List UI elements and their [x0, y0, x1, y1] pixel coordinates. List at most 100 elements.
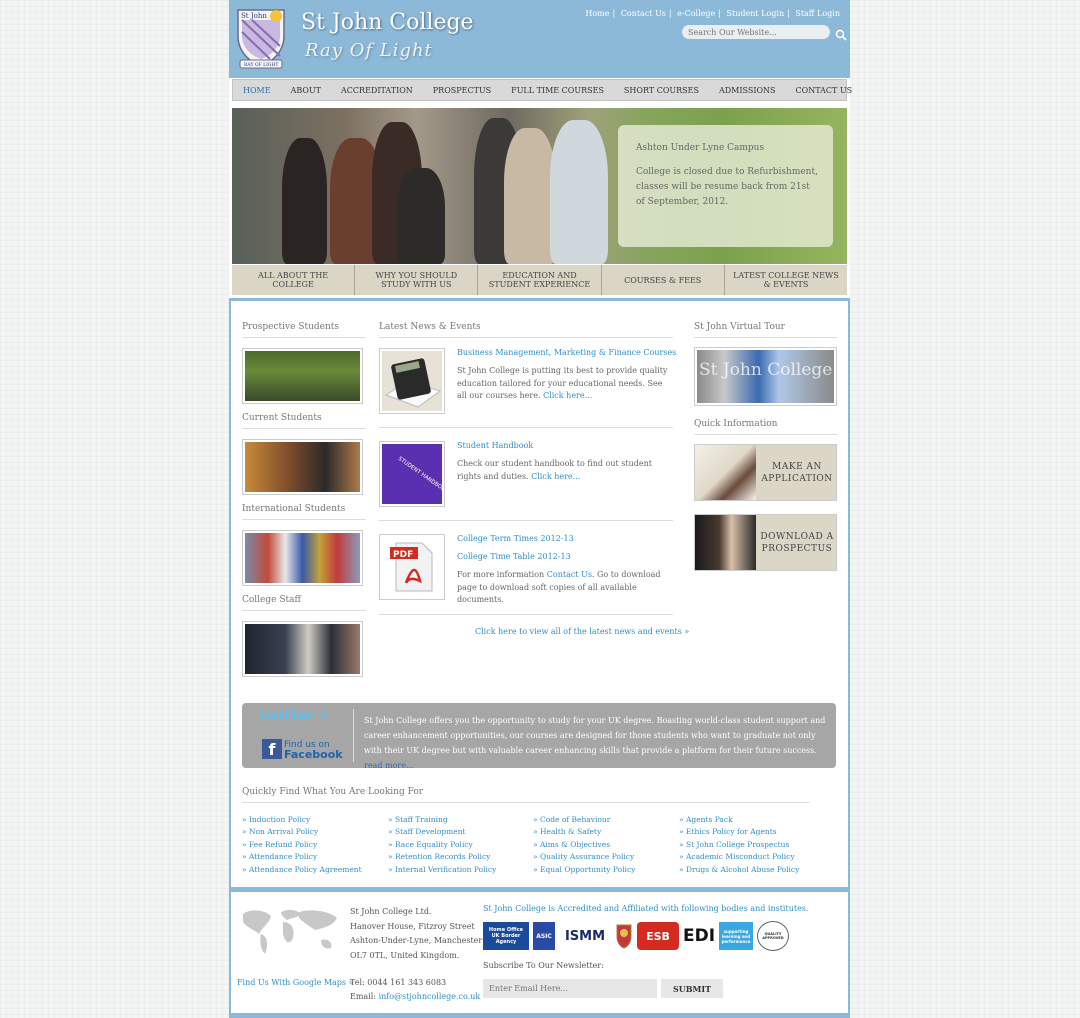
- contact-us-link[interactable]: Contact Us: [547, 570, 592, 579]
- pdf-icon[interactable]: PDF: [379, 534, 445, 600]
- view-all-news-link[interactable]: Click here to view all of the latest new…: [475, 627, 689, 636]
- policy-link[interactable]: » Retention Records Policy: [388, 851, 533, 863]
- twitter-bird-icon: ✈: [318, 709, 331, 724]
- marketing-finance-courses-link[interactable]: Marketing & Finance Courses: [554, 348, 676, 357]
- nav-home[interactable]: HOME: [243, 86, 271, 95]
- facebook-link[interactable]: Find us on Facebook: [284, 740, 343, 760]
- campus-notice-heading: Ashton Under Lyne Campus: [636, 143, 765, 153]
- make-application-label: MAKE AN APPLICATION: [761, 461, 833, 484]
- policy-link[interactable]: » Staff Training: [388, 814, 533, 826]
- policy-link[interactable]: » Ethics Policy for Agents: [679, 826, 824, 838]
- tab-all-about-college[interactable]: ALL ABOUT THE COLLEGE: [232, 265, 356, 295]
- policy-link[interactable]: » Health & Safety: [533, 826, 678, 838]
- heading-international-students: International Students: [242, 504, 366, 520]
- college-crest-logo[interactable]: St John RAY OF LIGHT: [232, 6, 290, 70]
- policy-link[interactable]: » Quality Assurance Policy: [533, 851, 678, 863]
- tab-latest-news-events[interactable]: LATEST COLLEGE NEWS & EVENTS: [724, 265, 848, 295]
- newsletter-submit-button[interactable]: SUBMIT: [661, 979, 723, 998]
- accreditation-text: St John College is Accredited and Affili…: [483, 904, 809, 913]
- policy-link[interactable]: » Attendance Policy Agreement: [242, 864, 387, 876]
- tab-education-student-experience[interactable]: EDUCATION AND STUDENT EXPERIENCE: [478, 265, 602, 295]
- quick-find-column-2: » Staff Training » Staff Development » R…: [388, 814, 533, 876]
- make-application-button[interactable]: MAKE AN APPLICATION: [694, 444, 837, 501]
- college-contact: Tel: 0044 161 343 6083 Email: info@stjoh…: [350, 978, 481, 1001]
- search-icon[interactable]: [835, 26, 847, 41]
- crest-motto: RAY OF LIGHT: [244, 62, 278, 68]
- uk-border-agency-logo[interactable]: Home Office UK Border Agency: [483, 922, 529, 950]
- policy-link[interactable]: » Drugs & Alcohol Abuse Policy: [679, 864, 824, 876]
- quick-find-column-1: » Induction Policy » Non Arrival Policy …: [242, 814, 387, 876]
- quick-info-heading: Quick Information: [694, 419, 837, 435]
- college-staff-image[interactable]: [242, 621, 363, 677]
- nav-about[interactable]: ABOUT: [291, 86, 321, 95]
- crest-logo[interactable]: [615, 922, 633, 950]
- policy-link[interactable]: » Equal Opportunity Policy: [533, 864, 678, 876]
- toplink-contact-us[interactable]: Contact Us: [621, 9, 666, 18]
- hero-banner: Ashton Under Lyne Campus College is clos…: [232, 108, 847, 264]
- world-map-icon[interactable]: [237, 904, 343, 957]
- nav-contact-us[interactable]: CONTACT US: [796, 86, 853, 95]
- nav-short-courses[interactable]: SHORT COURSES: [624, 86, 699, 95]
- policy-link[interactable]: » Attendance Policy: [242, 851, 387, 863]
- quick-find-heading: Quickly Find What You Are Looking For: [242, 787, 810, 803]
- facebook-icon[interactable]: f: [262, 739, 282, 759]
- edi-logo[interactable]: EDI: [683, 922, 715, 950]
- news-item-2-click-here[interactable]: Click here...: [531, 472, 580, 481]
- current-students-image[interactable]: [242, 439, 363, 495]
- news-item-1-body: St John College is putting its best to p…: [457, 366, 668, 400]
- newsletter-email-input[interactable]: [483, 979, 657, 998]
- toplink-home[interactable]: Home: [585, 9, 609, 18]
- frame-border-left: [229, 301, 231, 1013]
- toplink-staff-login[interactable]: Staff Login: [795, 9, 840, 18]
- writing-hand-image: [695, 445, 756, 500]
- divider: [229, 887, 850, 892]
- nav-prospectus[interactable]: PROSPECTUS: [433, 86, 491, 95]
- student-handbook-link[interactable]: Student Handbook: [457, 441, 533, 450]
- ismm-logo[interactable]: ISMM: [559, 922, 611, 950]
- supporting-learning-logo[interactable]: supporting learning and performance: [719, 922, 753, 950]
- email-link[interactable]: info@stjohncollege.co.uk: [379, 992, 481, 1001]
- toplink-e-college[interactable]: e-College: [677, 9, 715, 18]
- policy-link[interactable]: » Induction Policy: [242, 814, 387, 826]
- policy-link[interactable]: » Internal Verification Policy: [388, 864, 533, 876]
- nav-full-time-courses[interactable]: FULL TIME COURSES: [511, 86, 604, 95]
- toplink-student-login[interactable]: Student Login: [727, 9, 785, 18]
- top-links: Home | Contact Us | e-College | Student Log…: [585, 9, 840, 18]
- term-times-link[interactable]: College Term Times 2012-13: [457, 534, 574, 543]
- divider: [379, 427, 673, 428]
- tab-courses-fees[interactable]: COURSES & FEES: [601, 265, 725, 295]
- international-students-image[interactable]: [242, 530, 363, 586]
- google-maps-link[interactable]: Find Us With Google Maps »: [237, 978, 353, 987]
- business-management-link[interactable]: Business Management: [457, 348, 549, 357]
- download-prospectus-button[interactable]: DOWNLOAD A PROSPECTUS: [694, 514, 837, 571]
- asic-logo[interactable]: ASIC: [533, 922, 555, 950]
- time-table-link[interactable]: College Time Table 2012-13: [457, 552, 571, 561]
- twitter-logo[interactable]: twitter ✈: [260, 709, 330, 724]
- site-title[interactable]: St John College: [301, 10, 474, 35]
- policy-link[interactable]: » Fee Refund Policy: [242, 839, 387, 851]
- read-more-link[interactable]: read more...: [364, 761, 414, 770]
- search-input[interactable]: [682, 25, 830, 39]
- quality-approved-logo[interactable]: QUALITY APPROVED: [757, 921, 789, 951]
- policy-link[interactable]: » Academic Misconduct Policy: [679, 851, 824, 863]
- policy-link[interactable]: » Agents Pack: [679, 814, 824, 826]
- news-item-2-title: Student Handbook: [457, 441, 533, 450]
- news-item-1-click-here[interactable]: Click here...: [543, 391, 592, 400]
- policy-link[interactable]: » Non Arrival Policy: [242, 826, 387, 838]
- policy-link[interactable]: » St John College Prospectus: [679, 839, 824, 851]
- esb-logo[interactable]: ESB: [637, 922, 679, 950]
- virtual-tour-image[interactable]: St John College: [694, 347, 837, 406]
- tab-why-study-with-us[interactable]: WHY YOU SHOULD STUDY WITH US: [355, 265, 479, 295]
- newsletter-heading: Subscribe To Our Newsletter:: [483, 961, 604, 970]
- calculator-image[interactable]: [379, 348, 445, 414]
- virtual-tour-heading: St John Virtual Tour: [694, 322, 837, 338]
- student-handbook-image[interactable]: STUDENT HANDBOOK: [379, 441, 450, 507]
- nav-admissions[interactable]: ADMISSIONS: [719, 86, 776, 95]
- prospective-students-image[interactable]: [242, 348, 363, 404]
- nav-accreditation[interactable]: ACCREDITATION: [341, 86, 413, 95]
- policy-link[interactable]: » Aims & Objectives: [533, 839, 678, 851]
- policy-link[interactable]: » Race Equality Policy: [388, 839, 533, 851]
- policy-link[interactable]: » Code of Behaviour: [533, 814, 678, 826]
- policy-link[interactable]: » Staff Development: [388, 826, 533, 838]
- crest-text: St John: [241, 12, 267, 20]
